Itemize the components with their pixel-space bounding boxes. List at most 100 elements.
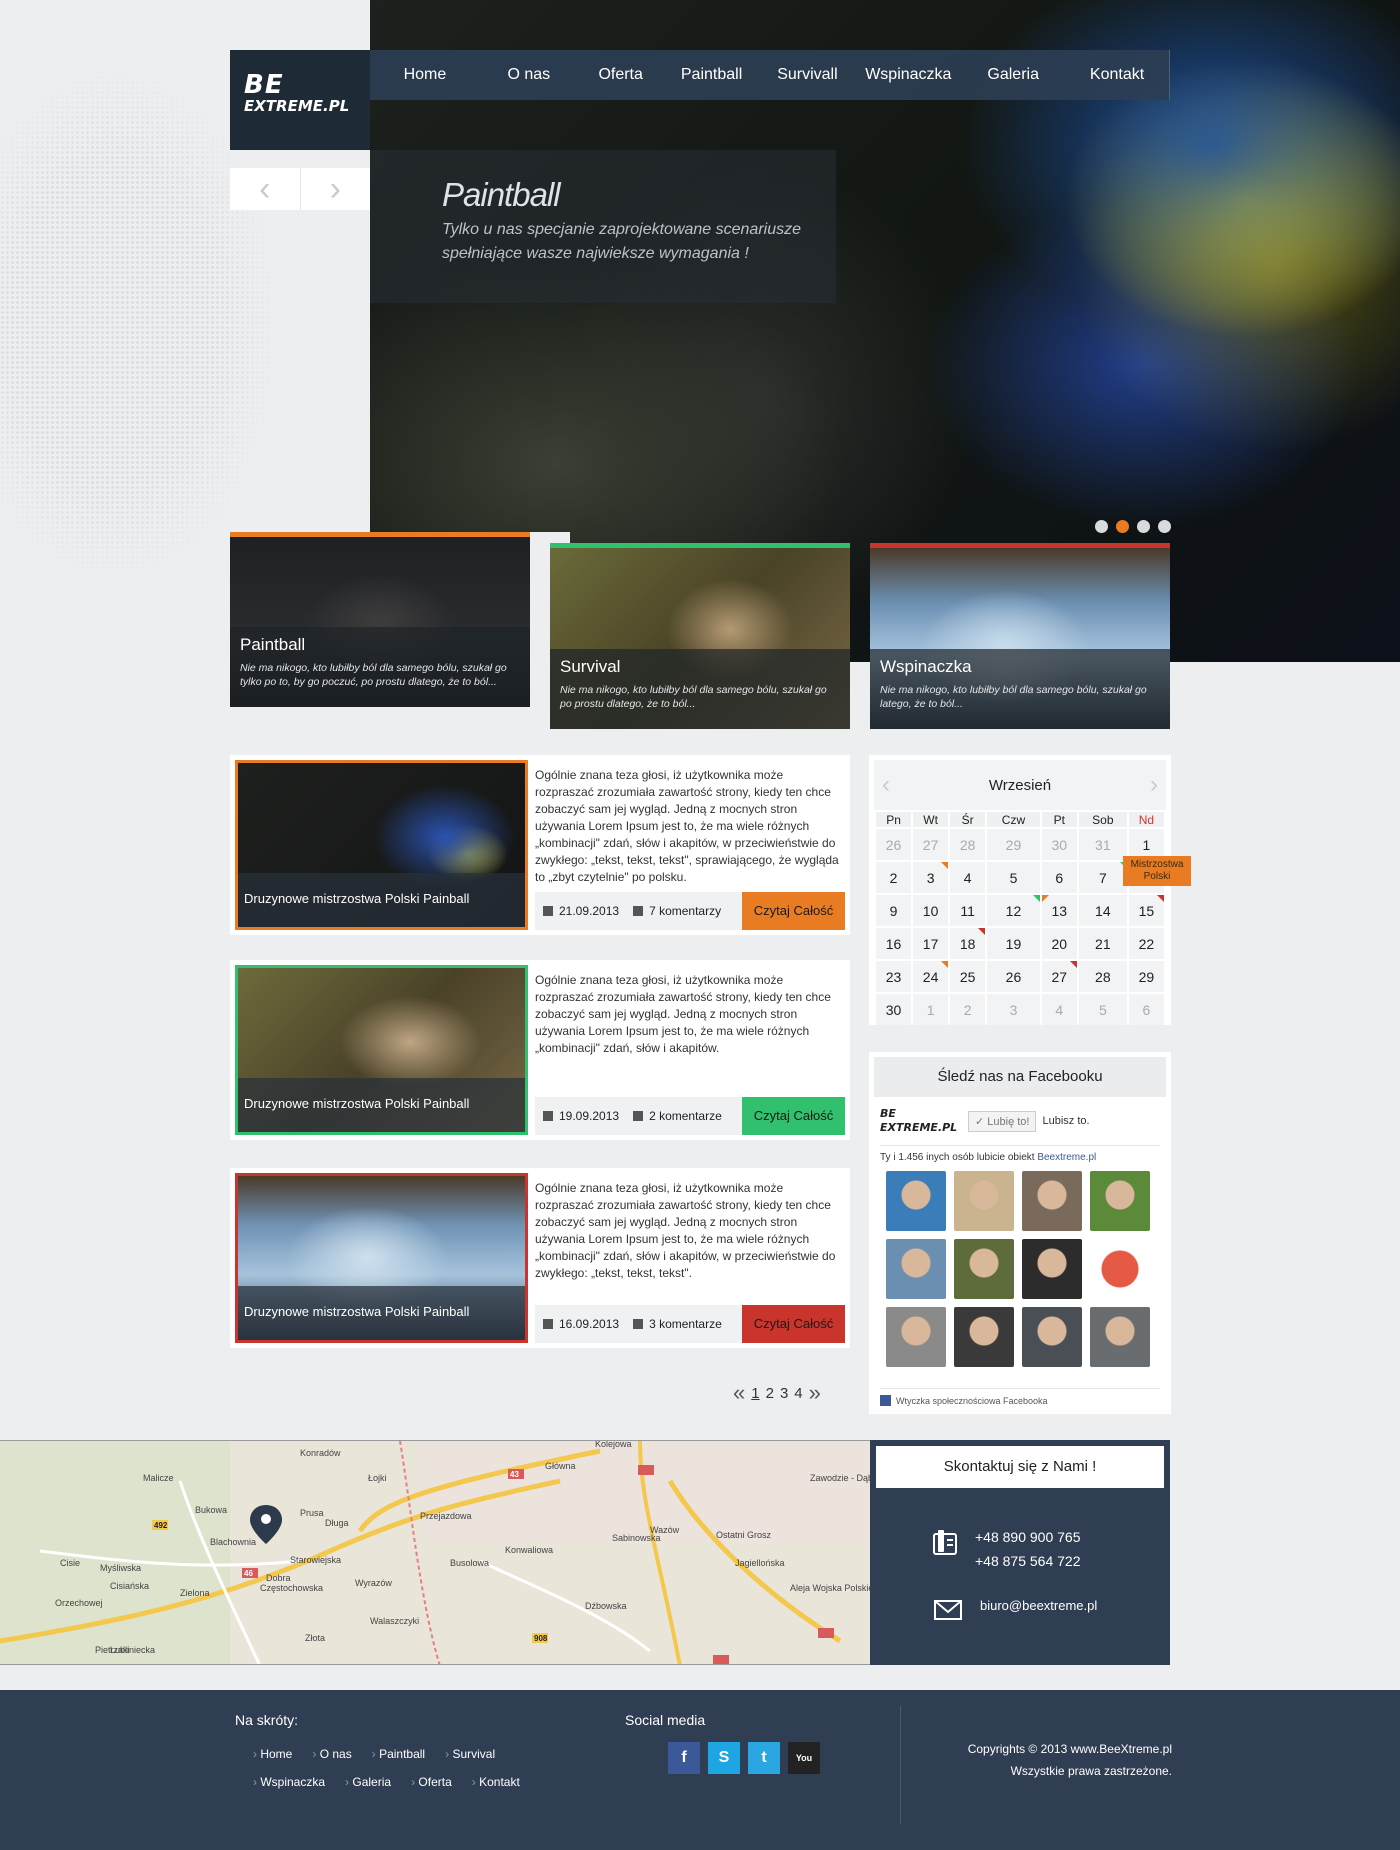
calendar-day[interactable]: 10 [913,895,949,926]
calendar-day[interactable]: 28 [1078,961,1127,992]
calendar-day[interactable]: 31 [1078,829,1127,860]
facebook-page-logo[interactable]: BE EXTREME.PL [880,1107,968,1135]
nav-item-home[interactable]: Home [370,50,480,100]
calendar-day[interactable]: 4 [1041,994,1077,1025]
calendar-day[interactable]: 26 [876,829,912,860]
fan-avatar[interactable] [954,1239,1014,1299]
calendar-day[interactable]: 6 [1041,862,1077,893]
calendar-day[interactable]: 15 [1128,895,1165,926]
calendar-day[interactable]: 14 [1078,895,1127,926]
twitter-icon[interactable]: t [748,1742,780,1774]
slider-dot[interactable] [1095,520,1108,533]
like-button[interactable]: ✓ Lubię to! [968,1110,1037,1132]
nav-item-kontakt[interactable]: Kontakt [1065,50,1169,100]
facebook-page-link[interactable]: Beextreme.pl [1037,1152,1096,1163]
calendar-day[interactable]: 1 [913,994,949,1025]
pagination-prev-button[interactable]: « [733,1380,745,1406]
calendar-day[interactable]: 22 [1128,928,1164,959]
calendar-day[interactable]: 7 [1078,862,1127,893]
fan-avatar[interactable] [1090,1307,1150,1367]
fan-avatar[interactable] [954,1171,1014,1231]
calendar-day[interactable]: 21 [1078,928,1127,959]
calendar-day[interactable]: 20 [1041,928,1077,959]
slider-dot[interactable] [1158,520,1171,533]
calendar-day[interactable]: 2 [876,862,912,893]
phone-1[interactable]: +48 890 900 765 [975,1525,1081,1549]
footer-link-paintball[interactable]: Paintball [372,1740,425,1768]
calendar-day[interactable]: 27 [1041,961,1077,992]
feature-tile-survival[interactable]: Survival Nie ma nikogo, kto lubiłby ból … [550,543,850,729]
calendar-day[interactable]: 18 [950,928,986,959]
calendar-day[interactable]: 30 [1041,829,1077,860]
calendar-day[interactable]: 2 [950,994,986,1025]
read-more-button[interactable]: Czytaj Całość [742,1305,845,1343]
slider-next-button[interactable]: › [301,168,371,210]
phone-2[interactable]: +48 875 564 722 [975,1549,1081,1573]
calendar-day[interactable]: 5 [987,862,1040,893]
feature-tile-paintball[interactable]: Paintball Nie ma nikogo, kto lubiłby ból… [230,532,530,707]
fan-avatar[interactable] [886,1307,946,1367]
page-link[interactable]: 2 [766,1385,774,1402]
calendar-day[interactable]: 28 [950,829,986,860]
nav-item-wspinaczka[interactable]: Wspinaczka [855,50,961,100]
skype-icon[interactable]: S [708,1742,740,1774]
calendar-day[interactable]: 13 [1041,895,1077,926]
calendar-day[interactable]: 23 [876,961,912,992]
fan-avatar[interactable] [1090,1239,1150,1299]
footer-link-home[interactable]: Home [253,1740,292,1768]
footer-link-kontakt[interactable]: Kontakt [472,1768,520,1796]
calendar-day[interactable]: 12 [987,895,1040,926]
fan-avatar[interactable] [886,1171,946,1231]
footer-link-survival[interactable]: Survival [445,1740,495,1768]
page-link[interactable]: 4 [794,1385,802,1402]
calendar-day[interactable]: 3 [987,994,1040,1025]
slider-prev-button[interactable]: ‹ [230,168,301,210]
calendar-day[interactable]: 29 [1128,961,1164,992]
fan-avatar[interactable] [1090,1171,1150,1231]
calendar-day[interactable]: 29 [987,829,1040,860]
page-link[interactable]: 1 [751,1385,759,1402]
calendar-day[interactable]: 6 [1128,994,1164,1025]
calendar-day[interactable]: 11 [950,895,986,926]
slider-dot[interactable] [1137,520,1150,533]
pagination-next-button[interactable]: » [809,1380,821,1406]
calendar-day[interactable]: 25 [950,961,986,992]
calendar-day[interactable]: 17 [913,928,949,959]
footer-link-wspinaczka[interactable]: Wspinaczka [253,1768,325,1796]
feature-tile-wspinaczka[interactable]: Wspinaczka Nie ma nikogo, kto lubiłby bó… [870,543,1170,729]
page-link[interactable]: 3 [780,1385,788,1402]
footer-link-oferta[interactable]: Oferta [411,1768,451,1796]
post-thumbnail[interactable]: Druzynowe mistrzostwa Polski Painball [235,760,528,930]
calendar-day[interactable]: 3 [913,862,949,893]
post-thumbnail[interactable]: Druzynowe mistrzostwa Polski Painball [235,1173,528,1343]
nav-item-survivall[interactable]: Survivall [760,50,856,100]
fan-avatar[interactable] [886,1239,946,1299]
facebook-icon[interactable]: f [668,1742,700,1774]
read-more-button[interactable]: Czytaj Całość [742,1097,845,1135]
footer-link-o-nas[interactable]: O nas [312,1740,352,1768]
post-thumbnail[interactable]: Druzynowe mistrzostwa Polski Painball [235,965,528,1135]
fan-avatar[interactable] [1022,1239,1082,1299]
nav-item-oferta[interactable]: Oferta [578,50,664,100]
calendar-day[interactable]: 19 [987,928,1040,959]
youtube-icon[interactable]: You [788,1742,820,1774]
contact-email[interactable]: biuro@beextreme.pl [980,1598,1097,1613]
fan-avatar[interactable] [1022,1171,1082,1231]
site-logo[interactable]: BE EXTREME.PL [230,50,370,150]
fan-avatar[interactable] [954,1307,1014,1367]
calendar-day[interactable]: 9 [876,895,912,926]
calendar-day[interactable]: 16 [876,928,912,959]
nav-item-paintball[interactable]: Paintball [664,50,760,100]
calendar-day[interactable]: 27 [913,829,949,860]
fan-avatar[interactable] [1022,1307,1082,1367]
calendar-day[interactable]: 4 [950,862,986,893]
calendar-day[interactable]: 5 [1078,994,1127,1025]
post-comments[interactable]: 2 komentarze [649,1109,722,1123]
footer-link-galeria[interactable]: Galeria [345,1768,391,1796]
calendar-day[interactable]: 30 [876,994,912,1025]
calendar-prev-button[interactable]: ‹ [882,771,890,799]
location-map[interactable]: Konradów Łojki Główna Przejazdowa Blachownia… [0,1440,870,1665]
nav-item-o-nas[interactable]: O nas [480,50,578,100]
read-more-button[interactable]: Czytaj Całość [742,892,845,930]
post-comments[interactable]: 3 komentarze [649,1317,722,1331]
